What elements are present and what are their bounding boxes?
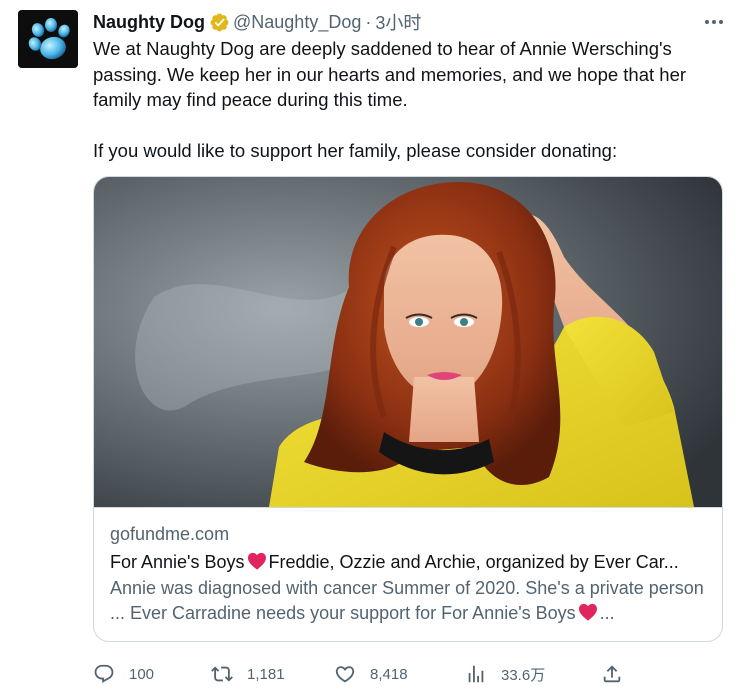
views-button[interactable]: 33.6万 xyxy=(465,660,545,688)
card-title-part-2: Freddie, Ozzie and Archie, organized by … xyxy=(268,552,679,572)
tweet: Naughty Dog @Naughty_Dog · 3小时 We at Nau… xyxy=(0,0,744,698)
separator-dot: · xyxy=(365,11,372,32)
card-title-part-1: For Annie's Boys xyxy=(110,552,245,572)
more-button[interactable] xyxy=(702,10,726,34)
views-count: 33.6万 xyxy=(501,666,546,684)
like-button[interactable]: 8,418 xyxy=(334,660,408,688)
like-count: 8,418 xyxy=(370,665,408,683)
tweet-header: Naughty Dog @Naughty_Dog · 3小时 xyxy=(93,10,421,34)
reply-icon xyxy=(94,664,114,683)
card-title: For Annie's Boys Freddie, Ozzie and Archi… xyxy=(110,550,710,574)
card-description: Annie was diagnosed with cancer Summer o… xyxy=(110,576,710,626)
card-image[interactable] xyxy=(94,177,722,508)
card-description-part-1: Annie was diagnosed with cancer Summer o… xyxy=(110,578,704,623)
red-heart-icon xyxy=(578,603,597,621)
tweet-text: We at Naughty Dog are deeply saddened to… xyxy=(93,36,723,164)
portrait-photo xyxy=(94,177,722,507)
views-icon xyxy=(468,665,484,683)
avatar[interactable] xyxy=(18,10,78,68)
card-meta: gofundme.com For Annie's Boys Freddie, Oz… xyxy=(110,522,710,626)
like-icon xyxy=(335,666,355,683)
tweet-paragraph-2: If you would like to support her family,… xyxy=(93,140,618,161)
action-bar: 100 1,181 8,418 33.6万 xyxy=(93,660,633,688)
card-domain: gofundme.com xyxy=(110,524,230,544)
link-card[interactable]: gofundme.com For Annie's Boys Freddie, Oz… xyxy=(93,176,723,642)
retweet-icon xyxy=(211,666,233,682)
share-icon xyxy=(603,665,621,683)
timestamp[interactable]: 3小时 xyxy=(375,9,421,35)
card-description-part-2: ... xyxy=(599,603,615,623)
tweet-paragraph-1: We at Naughty Dog are deeply saddened to… xyxy=(93,38,687,110)
reply-count: 100 xyxy=(129,665,155,683)
paw-logo-icon xyxy=(18,10,78,68)
reply-button[interactable]: 100 xyxy=(93,660,154,688)
more-dots-icon xyxy=(705,20,723,24)
share-button[interactable] xyxy=(601,660,637,688)
handle[interactable]: @Naughty_Dog xyxy=(233,12,361,33)
retweet-button[interactable]: 1,181 xyxy=(211,660,285,688)
retweet-count: 1,181 xyxy=(247,665,285,683)
red-heart-icon xyxy=(247,552,266,570)
display-name[interactable]: Naughty Dog xyxy=(93,12,205,33)
verified-badge-icon xyxy=(210,13,229,31)
